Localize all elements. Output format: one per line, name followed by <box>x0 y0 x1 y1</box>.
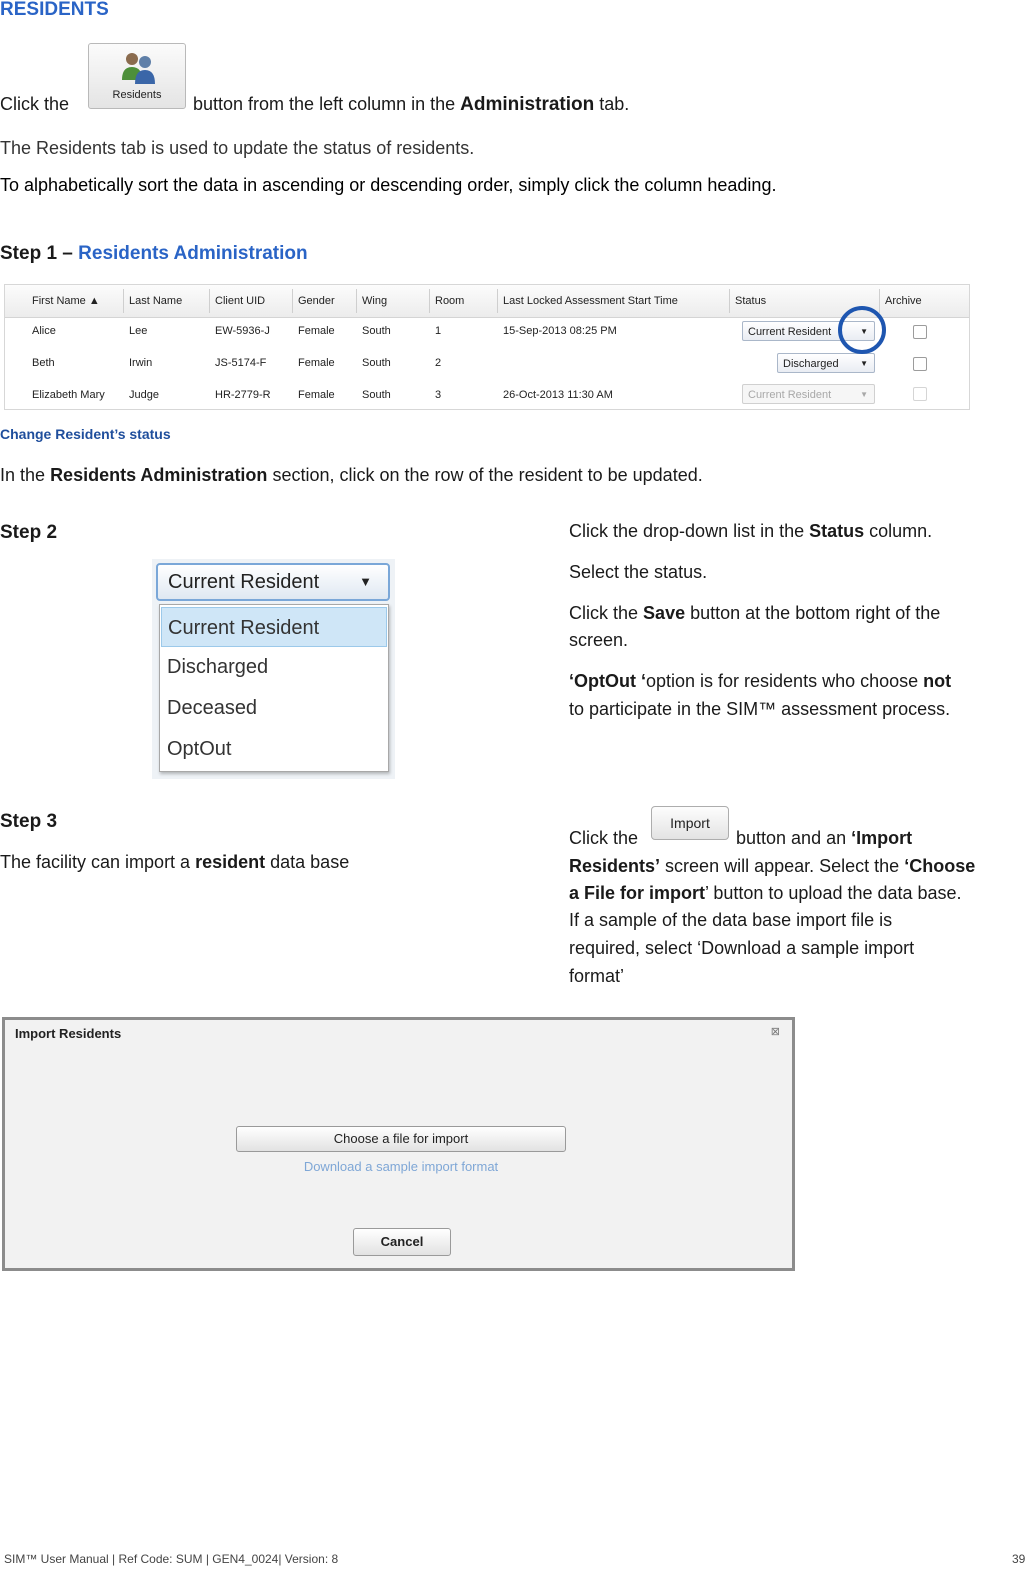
step2-line3b: screen. <box>569 630 629 650</box>
col-gender[interactable]: Gender <box>298 285 335 317</box>
cell-gender: Female <box>298 357 335 369</box>
cell-first-name: Alice <box>32 325 56 337</box>
cancel-button[interactable]: Cancel <box>353 1228 451 1256</box>
highlight-circle <box>838 306 886 354</box>
table-row[interactable]: Elizabeth Mary Judge HR-2779-R Female So… <box>5 379 969 410</box>
status-select-value: Current Resident <box>748 389 832 401</box>
step3-r2: Residents’ screen will appear. Select th… <box>569 856 976 876</box>
step3-r1: button and an ‘Import <box>736 828 913 848</box>
cell-room: 1 <box>435 325 442 337</box>
table-row[interactable]: Alice Lee EW-5936-J Female South 1 15-Se… <box>5 315 969 346</box>
col-client-uid[interactable]: Client UID <box>215 285 265 317</box>
cell-client-uid: EW-5936-J <box>215 325 270 337</box>
status-select-value: Discharged <box>783 358 839 370</box>
step3-click-the: Click the <box>569 828 639 848</box>
archive-checkbox <box>913 387 927 401</box>
section-title: RESIDENTS <box>0 0 109 20</box>
intro-line1-rest: button from the left column in the Admin… <box>193 94 630 115</box>
cell-room: 3 <box>435 389 442 401</box>
cell-first-name: Beth <box>32 357 55 369</box>
intro-click-the: Click the <box>0 94 70 114</box>
status-options-list: Current Resident Discharged Deceased Opt… <box>159 604 389 772</box>
col-last-locked[interactable]: Last Locked Assessment Start Time <box>503 285 678 317</box>
cell-client-uid: HR-2779-R <box>215 389 271 401</box>
figure-caption: Change Resident’s status <box>0 426 171 442</box>
close-icon[interactable]: ⊠ <box>771 1025 780 1038</box>
step2-line2: Select the status. <box>569 562 708 582</box>
residents-button-label: Residents <box>112 89 162 101</box>
option-optout[interactable]: OptOut <box>161 729 387 769</box>
cell-last-locked: 26-Oct-2013 11:30 AM <box>503 389 613 401</box>
cell-first-name: Elizabeth Mary <box>32 389 105 401</box>
option-current-resident[interactable]: Current Resident <box>161 607 387 647</box>
chevron-down-icon: ▼ <box>860 390 868 399</box>
step3-heading: Step 3 <box>0 811 58 832</box>
cell-gender: Female <box>298 389 335 401</box>
step3-left-text: The facility can import a resident data … <box>0 852 350 872</box>
option-discharged[interactable]: Discharged <box>161 647 387 687</box>
intro-line3: To alphabetically sort the data in ascen… <box>0 175 777 195</box>
download-sample-link[interactable]: Download a sample import format <box>236 1159 566 1174</box>
status-dropdown-screenshot: Current Resident ▼ Current Resident Disc… <box>152 559 395 779</box>
status-dropdown[interactable]: Current Resident ▼ <box>156 563 390 601</box>
step2-line1: Click the drop-down list in the Status c… <box>569 521 933 541</box>
cell-last-locked: 15-Sep-2013 08:25 PM <box>503 325 617 337</box>
footer-text: SIM™ User Manual | Ref Code: SUM | GEN4_… <box>4 1552 339 1566</box>
step1-heading: Step 1 – Residents Administration <box>0 243 308 264</box>
step3-r6: format’ <box>569 966 625 986</box>
col-first-name[interactable]: First Name ▲ <box>32 285 100 317</box>
cell-gender: Female <box>298 325 335 337</box>
step2-line4b: to participate in the SIM™ assessment pr… <box>569 699 951 719</box>
residents-button[interactable]: Residents <box>88 43 186 109</box>
cell-room: 2 <box>435 357 442 369</box>
col-archive[interactable]: Archive <box>885 285 922 317</box>
archive-checkbox[interactable] <box>913 357 927 371</box>
chevron-down-icon: ▼ <box>860 359 868 368</box>
change-status-text: In the Residents Administration section,… <box>0 465 703 485</box>
status-select-value: Current Resident <box>748 326 832 338</box>
cell-wing: South <box>362 389 391 401</box>
choose-file-button[interactable]: Choose a file for import <box>236 1126 566 1152</box>
cell-wing: South <box>362 325 391 337</box>
page-number: 39 <box>1012 1552 1026 1566</box>
table-header: First Name ▲ Last Name Client UID Gender… <box>5 285 969 318</box>
table-row[interactable]: Beth Irwin JS-5174-F Female South 2 Disc… <box>5 347 969 378</box>
intro-line2: The Residents tab is used to update the … <box>0 138 475 158</box>
residents-table: First Name ▲ Last Name Client UID Gender… <box>4 284 970 410</box>
step2-line3: Click the Save button at the bottom righ… <box>569 603 941 623</box>
option-deceased[interactable]: Deceased <box>161 688 387 728</box>
chevron-down-icon: ▼ <box>359 574 372 589</box>
status-select: Current Resident ▼ <box>742 384 875 404</box>
step3-r5: required, select ‘Download a sample impo… <box>569 938 915 958</box>
import-residents-dialog: Import Residents ⊠ Choose a file for imp… <box>2 1017 795 1271</box>
cell-client-uid: JS-5174-F <box>215 357 267 369</box>
col-status[interactable]: Status <box>735 285 766 317</box>
step3-r4: If a sample of the data base import file… <box>569 910 893 930</box>
step2-heading: Step 2 <box>0 522 58 543</box>
status-select[interactable]: Discharged ▼ <box>777 353 875 373</box>
cell-wing: South <box>362 357 391 369</box>
step3-r3: a File for import’ button to upload the … <box>569 883 962 903</box>
col-room[interactable]: Room <box>435 285 464 317</box>
status-dropdown-value: Current Resident <box>168 571 320 593</box>
cell-last-name: Judge <box>129 389 159 401</box>
cell-last-name: Irwin <box>129 357 153 369</box>
archive-checkbox[interactable] <box>913 325 927 339</box>
cell-last-name: Lee <box>129 325 148 337</box>
step2-line4: ‘OptOut ‘option is for residents who cho… <box>569 671 952 691</box>
dialog-title: Import Residents <box>15 1026 122 1041</box>
import-button[interactable]: Import <box>651 806 729 840</box>
col-last-name[interactable]: Last Name <box>129 285 182 317</box>
col-wing[interactable]: Wing <box>362 285 387 317</box>
residents-icon <box>122 53 155 84</box>
